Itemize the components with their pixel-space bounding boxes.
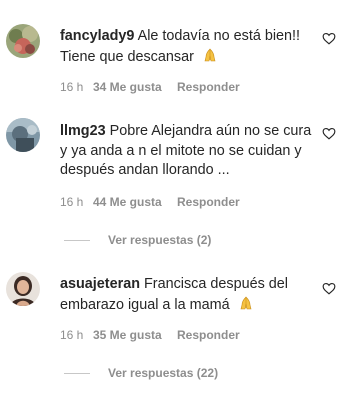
comment-meta: 16 h 44 Me gusta Responder xyxy=(60,195,240,209)
comment-time: 16 h xyxy=(60,328,84,342)
comment-meta: 16 h 35 Me gusta Responder xyxy=(60,328,240,342)
comment-body: fancylady9 Ale todavía no está bien!! Ti… xyxy=(60,27,316,67)
view-replies-label[interactable]: Ver respuestas (2) xyxy=(108,233,211,247)
like-heart-icon[interactable] xyxy=(322,127,336,140)
view-replies-button[interactable]: Ver respuestas (22) xyxy=(64,366,218,380)
view-replies-label[interactable]: Ver respuestas (22) xyxy=(108,366,218,380)
praying-hands-icon xyxy=(238,295,254,311)
avatar[interactable] xyxy=(6,118,40,152)
praying-hands-icon xyxy=(202,47,218,63)
avatar[interactable] xyxy=(6,272,40,306)
comment-time: 16 h xyxy=(60,195,84,209)
comment-meta: 16 h 34 Me gusta Responder xyxy=(60,80,240,94)
divider-line xyxy=(64,239,90,241)
view-replies-button[interactable]: Ver respuestas (2) xyxy=(64,233,211,247)
comment-likes[interactable]: 44 Me gusta xyxy=(93,195,177,209)
comment-likes[interactable]: 35 Me gusta xyxy=(93,328,177,342)
reply-button[interactable]: Responder xyxy=(177,80,240,94)
comment-username[interactable]: llmg23 xyxy=(60,123,106,139)
comment-time: 16 h xyxy=(60,80,84,94)
reply-button[interactable]: Responder xyxy=(177,195,240,209)
comment-body: asuajeteran Francisca después del embara… xyxy=(60,275,316,315)
like-heart-icon[interactable] xyxy=(322,282,336,295)
avatar[interactable] xyxy=(6,24,40,58)
comment-username[interactable]: fancylady9 xyxy=(60,28,134,44)
comment-username[interactable]: asuajeteran xyxy=(60,276,140,292)
reply-button[interactable]: Responder xyxy=(177,328,240,342)
divider-line xyxy=(64,372,90,374)
like-heart-icon[interactable] xyxy=(322,32,336,45)
comment-body: llmg23 Pobre Alejandra aún no se cura y … xyxy=(60,122,316,181)
comment-likes[interactable]: 34 Me gusta xyxy=(93,80,177,94)
